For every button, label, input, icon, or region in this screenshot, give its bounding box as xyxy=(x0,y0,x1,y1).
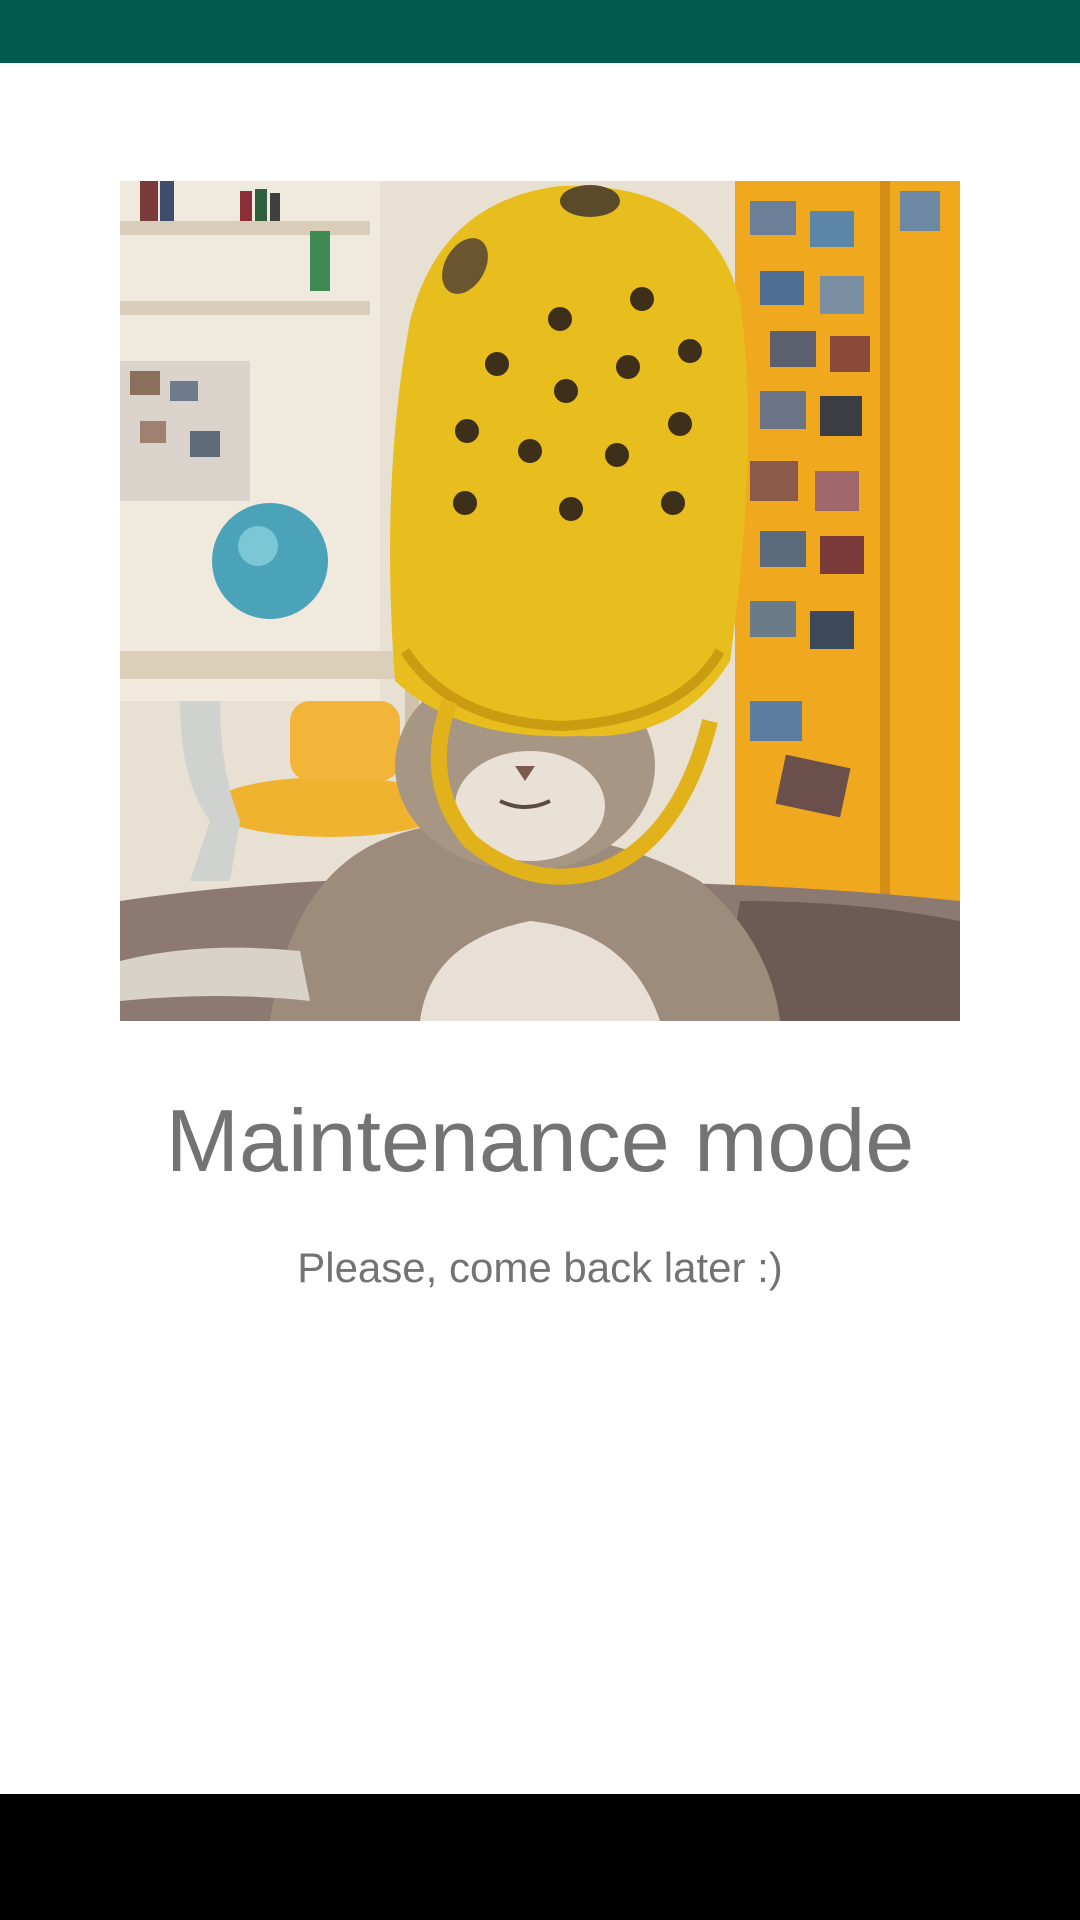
page-title: Maintenance mode xyxy=(165,1091,915,1190)
page-subtitle: Please, come back later :) xyxy=(297,1244,783,1291)
maintenance-image xyxy=(120,181,960,1021)
status-bar xyxy=(0,0,1080,63)
cat-clog-illustration xyxy=(120,181,960,1021)
navigation-bar xyxy=(0,1794,1080,1920)
maintenance-screen: Maintenance mode Please, come back later… xyxy=(0,63,1080,1793)
